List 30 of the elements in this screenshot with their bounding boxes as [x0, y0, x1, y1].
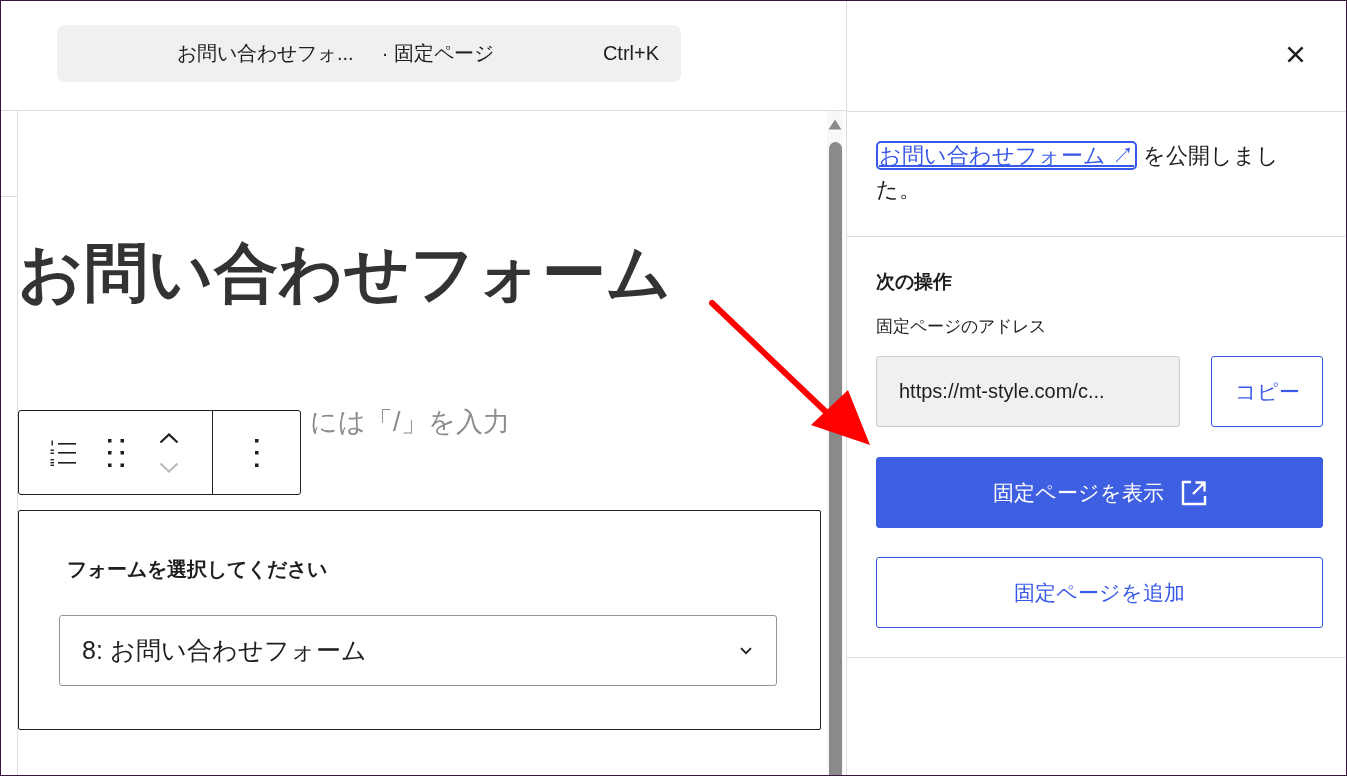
numbered-list-icon [50, 439, 76, 466]
more-vertical-icon [255, 438, 259, 467]
move-up-button[interactable] [159, 432, 179, 444]
action-button[interactable]: 固定ページを表示 [876, 457, 1323, 528]
shortcut-hint: Ctrl+K [602, 42, 659, 65]
drag-dots-icon [108, 438, 124, 467]
chevron-down-icon [159, 461, 179, 473]
document-type: · 固定ページ [381, 41, 494, 66]
drag-handle[interactable] [108, 438, 124, 467]
action-button[interactable]: 固定ページを追加 [876, 557, 1323, 628]
form-label: フォームを選択してください [67, 557, 328, 582]
paragraph-hint: には「/」を入力 [310, 406, 510, 439]
chevron-up-icon [159, 432, 179, 444]
section-heading: 次の操作 [876, 270, 953, 294]
scrollbar[interactable] [827, 111, 843, 775]
address-label: 固定ページのアドレス [876, 316, 1047, 338]
document-title: お問い合わせフォ... [177, 41, 354, 66]
scrollbar-thumb[interactable] [828, 142, 842, 775]
copy-button[interactable]: コピー [1211, 356, 1323, 427]
publish-notice: お問い合わせフォーム ↗ を公開しました。 [876, 140, 1281, 204]
url-field[interactable]: https://mt-style.com/c... [876, 356, 1180, 427]
close-icon [1286, 45, 1304, 63]
block-type-button[interactable] [50, 439, 76, 466]
more-options-button[interactable] [255, 438, 259, 467]
page-title: お問い合わせフォーム [18, 236, 673, 310]
command-bar[interactable]: お問い合わせフォ... · 固定ページ Ctrl+K [57, 25, 681, 82]
scroll-up-icon[interactable] [828, 119, 842, 130]
page-link[interactable]: お問い合わせフォーム ↗ [876, 141, 1138, 170]
chevron-down-icon [740, 646, 752, 655]
form-select[interactable]: 8: お問い合わせフォーム [59, 615, 777, 686]
